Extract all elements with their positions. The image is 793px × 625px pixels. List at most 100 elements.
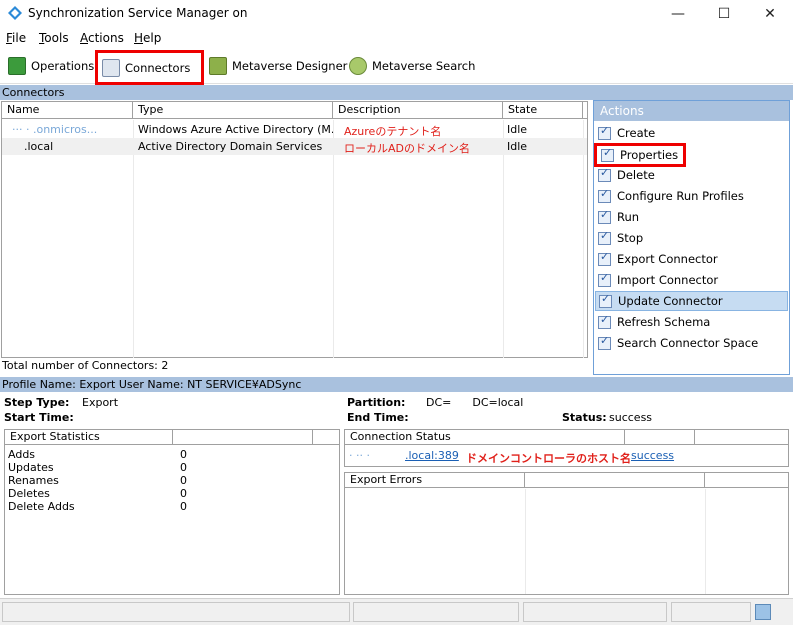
host-annotation: ドメインコントローラのホスト名 bbox=[466, 452, 631, 465]
menu-bar: File Tools Actions Help bbox=[0, 29, 793, 48]
cell-name: ··· · .onmicros... bbox=[12, 123, 98, 136]
action-label: Refresh Schema bbox=[617, 315, 711, 329]
export-statistics-panel: Export Statistics Adds 0 Updates 0 Renam… bbox=[4, 429, 340, 595]
action-label: Configure Run Profiles bbox=[617, 189, 744, 203]
connection-status-col bbox=[625, 430, 695, 445]
table-row[interactable]: .local Active Directory Domain Services … bbox=[2, 138, 587, 155]
cell-state: Idle bbox=[507, 123, 528, 136]
action-icon bbox=[598, 334, 611, 350]
export-errors-header: Export Errors bbox=[345, 473, 525, 488]
action-label: Create bbox=[617, 126, 656, 140]
action-configure-run-profiles[interactable]: Configure Run Profiles bbox=[598, 186, 786, 206]
stat-adds-value: 0 bbox=[180, 448, 187, 461]
export-stats-header: Export Statistics bbox=[5, 430, 173, 445]
col-state[interactable]: State bbox=[503, 102, 583, 119]
col-description[interactable]: Description bbox=[333, 102, 503, 119]
host-link[interactable]: .local:389 bbox=[405, 449, 459, 462]
connectors-button[interactable]: Connectors bbox=[95, 50, 204, 85]
action-label: Update Connector bbox=[618, 294, 723, 308]
toolbar: Operations Connectors Metaverse Designer… bbox=[0, 49, 793, 85]
end-time-label: End Time: bbox=[347, 411, 409, 424]
action-icon bbox=[598, 124, 611, 140]
stat-deletes-value: 0 bbox=[180, 487, 187, 500]
partition-label: Partition: bbox=[347, 396, 406, 409]
cell-type: Active Directory Domain Services bbox=[138, 140, 323, 153]
maximize-button[interactable]: ☐ bbox=[701, 0, 747, 28]
connection-status-header: Connection Status bbox=[345, 430, 625, 445]
title-bar: Synchronization Service Manager on — ☐ ✕ bbox=[0, 0, 793, 28]
menu-actions[interactable]: Actions bbox=[80, 31, 124, 45]
metaverse-designer-label: Metaverse Designer bbox=[232, 59, 348, 73]
action-properties[interactable]: Properties bbox=[594, 143, 686, 167]
metaverse-designer-button[interactable]: Metaverse Designer bbox=[205, 54, 351, 78]
stat-updates-value: 0 bbox=[180, 461, 187, 474]
network-icon bbox=[755, 604, 771, 620]
step-type-label: Step Type: bbox=[4, 396, 70, 409]
action-icon bbox=[598, 166, 611, 182]
close-button[interactable]: ✕ bbox=[747, 0, 793, 28]
cell-name: .local bbox=[24, 140, 54, 153]
action-icon bbox=[598, 271, 611, 287]
action-label: Search Connector Space bbox=[617, 336, 759, 350]
action-label: Export Connector bbox=[617, 252, 718, 266]
metaverse-search-label: Metaverse Search bbox=[372, 59, 476, 73]
stat-deletes-label: Deletes bbox=[8, 487, 50, 500]
action-icon bbox=[599, 292, 612, 308]
action-delete[interactable]: Delete bbox=[598, 165, 786, 185]
profile-bar: Profile Name: Export User Name: NT SERVI… bbox=[0, 377, 793, 392]
action-create[interactable]: Create bbox=[598, 123, 786, 143]
host-prefix: · ·· · bbox=[349, 449, 370, 462]
menu-tools[interactable]: Tools bbox=[39, 31, 69, 45]
action-icon bbox=[598, 313, 611, 329]
menu-help[interactable]: Help bbox=[134, 31, 161, 45]
action-icon bbox=[598, 250, 611, 266]
action-search-connector-space[interactable]: Search Connector Space bbox=[598, 333, 786, 353]
operations-icon bbox=[8, 57, 26, 75]
partition-value: DC= DC=local bbox=[426, 396, 524, 409]
cell-description: Azureのテナント名 bbox=[344, 125, 442, 138]
status-pane bbox=[353, 602, 519, 622]
col-name[interactable]: Name bbox=[2, 102, 133, 119]
actions-panel: Actions Create Properties Delete Configu… bbox=[593, 100, 790, 375]
action-stop[interactable]: Stop bbox=[598, 228, 786, 248]
status-label: Status: bbox=[562, 411, 607, 424]
connectors-grid-header: Name Type Description State bbox=[2, 102, 587, 119]
action-icon bbox=[598, 208, 611, 224]
table-row[interactable]: ··· · .onmicros... Windows Azure Active … bbox=[2, 121, 587, 138]
stat-renames-value: 0 bbox=[180, 474, 187, 487]
status-pane bbox=[2, 602, 350, 622]
action-label: Stop bbox=[617, 231, 644, 245]
action-run[interactable]: Run bbox=[598, 207, 786, 227]
export-stats-col bbox=[173, 430, 313, 445]
status-pane bbox=[523, 602, 667, 622]
connectors-total: Total number of Connectors: 2 bbox=[2, 359, 169, 372]
stat-delete-adds-value: 0 bbox=[180, 500, 187, 513]
status-value: success bbox=[609, 411, 653, 424]
start-time-label: Start Time: bbox=[4, 411, 74, 424]
export-errors-col bbox=[525, 473, 705, 488]
connectors-label: Connectors bbox=[125, 60, 191, 75]
status-pane bbox=[671, 602, 751, 622]
export-errors-panel: Export Errors bbox=[344, 472, 789, 595]
action-update-connector[interactable]: Update Connector bbox=[595, 291, 788, 311]
menu-file[interactable]: File bbox=[6, 31, 26, 45]
action-label: Delete bbox=[617, 168, 655, 182]
stat-renames-label: Renames bbox=[8, 474, 59, 487]
action-refresh-schema[interactable]: Refresh Schema bbox=[598, 312, 786, 332]
operations-button[interactable]: Operations bbox=[4, 54, 98, 78]
action-import-connector[interactable]: Import Connector bbox=[598, 270, 786, 290]
step-type-value: Export bbox=[82, 396, 119, 409]
col-type[interactable]: Type bbox=[133, 102, 333, 119]
action-label: Run bbox=[617, 210, 640, 224]
connectors-section-header: Connectors bbox=[0, 85, 793, 100]
connection-result-link[interactable]: success bbox=[631, 449, 674, 462]
metaverse-designer-icon bbox=[209, 57, 227, 75]
minimize-button[interactable]: — bbox=[655, 0, 701, 28]
metaverse-search-button[interactable]: Metaverse Search bbox=[345, 54, 479, 78]
window-title: Synchronization Service Manager on bbox=[28, 6, 248, 20]
cell-description: ローカルADのドメイン名 bbox=[344, 142, 470, 155]
app-icon bbox=[8, 6, 22, 20]
cell-type: Windows Azure Active Directory (M... bbox=[138, 123, 333, 136]
stat-updates-label: Updates bbox=[8, 461, 54, 474]
action-export-connector[interactable]: Export Connector bbox=[598, 249, 786, 269]
